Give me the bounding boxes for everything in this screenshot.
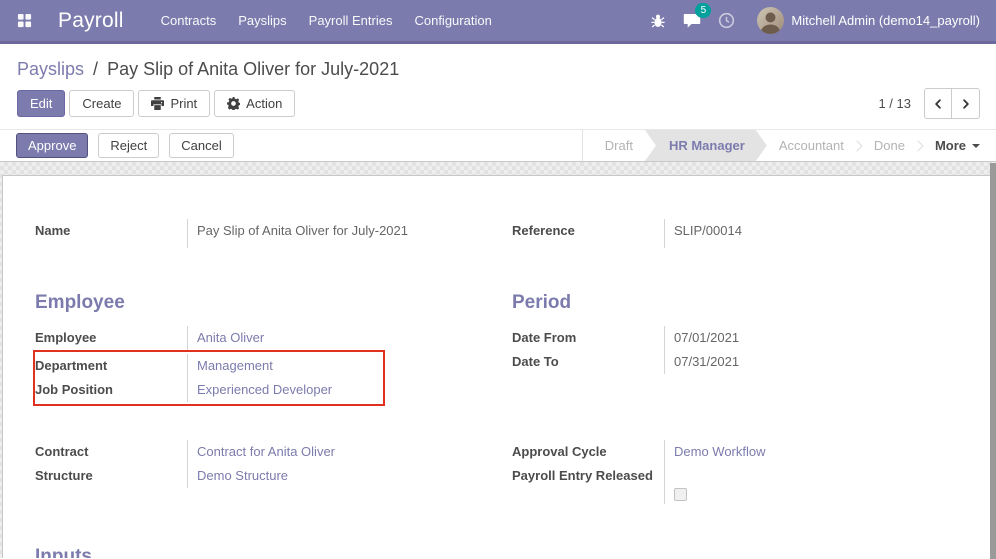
pager-previous-button[interactable] [924, 88, 952, 119]
reference-field-value: SLIP/00014 [664, 219, 963, 248]
status-state-hr-manager[interactable]: HR Manager [645, 130, 767, 161]
payroll-app-window: Payroll Contracts Payslips Payroll Entri… [0, 0, 996, 559]
date-from-field-label: Date From [512, 326, 664, 350]
department-field-row: Department Management [35, 354, 383, 378]
navbar-systray: 5 Mitchell Admin (demo14_payroll) [641, 1, 996, 41]
status-more-label: More [935, 138, 966, 153]
main-menu: Contracts Payslips Payroll Entries Confi… [150, 0, 503, 41]
employee-link[interactable]: Anita Oliver [197, 330, 264, 345]
pager-next-button[interactable] [952, 88, 980, 119]
approval-cycle-link[interactable]: Demo Workflow [674, 444, 766, 459]
menu-item-payslips[interactable]: Payslips [227, 0, 297, 41]
date-to-field-label: Date To [512, 350, 664, 374]
control-panel-buttons: Edit Create Print Action 1 / 13 [0, 82, 996, 129]
gear-icon [227, 97, 240, 110]
print-button[interactable]: Print [138, 90, 210, 117]
inputs-section-heading: Inputs [35, 546, 963, 558]
date-from-field-value: 07/01/2021 [664, 326, 963, 350]
annotation-box: Department Management Job Position Exper… [33, 350, 385, 406]
reference-field-label: Reference [512, 219, 664, 248]
breadcrumb-payslips-link[interactable]: Payslips [17, 59, 84, 79]
debug-bug-icon[interactable] [641, 1, 675, 41]
job-position-field-row: Job Position Experienced Developer [35, 378, 383, 402]
user-avatar[interactable] [757, 7, 784, 34]
apps-grid-icon [17, 13, 32, 28]
structure-field-label: Structure [35, 464, 187, 488]
status-state-accountant[interactable]: Accountant [767, 130, 856, 161]
job-position-field-label: Job Position [35, 378, 187, 402]
payroll-entry-released-checkbox[interactable] [674, 488, 687, 501]
caret-down-icon [972, 144, 980, 148]
approval-cycle-field-label: Approval Cycle [512, 440, 664, 464]
content-background: Name Pay Slip of Anita Oliver for July-2… [0, 162, 996, 558]
department-link[interactable]: Management [197, 358, 273, 373]
vertical-scrollbar-thumb[interactable] [990, 163, 996, 559]
form-sheet: Name Pay Slip of Anita Oliver for July-2… [2, 175, 994, 558]
name-field-value: Pay Slip of Anita Oliver for July-2021 [187, 219, 486, 248]
form-statusbar: Approve Reject Cancel Draft HR Manager A… [0, 129, 996, 162]
date-from-field-row: Date From 07/01/2021 [512, 326, 963, 350]
messages-icon[interactable]: 5 [675, 1, 709, 41]
employee-field-row: Employee Anita Oliver [35, 326, 486, 350]
apps-menu-button[interactable] [0, 13, 40, 28]
approve-button[interactable]: Approve [16, 133, 88, 158]
chevron-left-icon [932, 98, 944, 110]
reject-button[interactable]: Reject [98, 133, 159, 158]
date-to-field-value: 07/31/2021 [664, 350, 963, 374]
breadcrumb-separator: / [89, 59, 102, 79]
contract-link[interactable]: Contract for Anita Oliver [197, 444, 335, 459]
contract-field-row: Contract Contract for Anita Oliver [35, 440, 486, 464]
top-navbar: Payroll Contracts Payslips Payroll Entri… [0, 0, 996, 44]
printer-icon [151, 97, 164, 110]
chevron-right-icon [960, 98, 972, 110]
name-field-row: Name Pay Slip of Anita Oliver for July-2… [35, 219, 486, 248]
user-name[interactable]: Mitchell Admin (demo14_payroll) [791, 13, 984, 28]
job-position-link[interactable]: Experienced Developer [197, 382, 332, 397]
breadcrumb: Payslips / Pay Slip of Anita Oliver for … [0, 44, 996, 82]
page-title: Pay Slip of Anita Oliver for July-2021 [107, 59, 399, 79]
action-button[interactable]: Action [214, 90, 295, 117]
employee-field-label: Employee [35, 326, 187, 350]
menu-item-configuration[interactable]: Configuration [403, 0, 502, 41]
payroll-entry-released-field-label: Payroll Entry Released [512, 464, 664, 504]
pager-counter: 1 / 13 [878, 96, 911, 111]
activities-clock-icon[interactable] [709, 1, 743, 41]
status-more-dropdown[interactable]: More [923, 130, 996, 161]
name-field-label: Name [35, 219, 187, 248]
cancel-button[interactable]: Cancel [169, 133, 233, 158]
action-button-label: Action [246, 96, 282, 111]
print-button-label: Print [170, 96, 197, 111]
structure-field-row: Structure Demo Structure [35, 464, 486, 488]
status-state-done[interactable]: Done [862, 130, 917, 161]
department-field-label: Department [35, 354, 187, 378]
period-section-heading: Period [512, 292, 963, 314]
menu-item-contracts[interactable]: Contracts [150, 0, 228, 41]
create-button[interactable]: Create [69, 90, 134, 117]
reference-field-row: Reference SLIP/00014 [512, 219, 963, 248]
approval-cycle-field-row: Approval Cycle Demo Workflow [512, 440, 963, 464]
structure-link[interactable]: Demo Structure [197, 468, 288, 483]
date-to-field-row: Date To 07/31/2021 [512, 350, 963, 374]
menu-item-payroll-entries[interactable]: Payroll Entries [298, 0, 404, 41]
payroll-entry-released-field-row: Payroll Entry Released [512, 464, 963, 504]
status-state-draft[interactable]: Draft [593, 130, 645, 161]
employee-section-heading: Employee [35, 292, 486, 314]
record-pager: 1 / 13 [878, 88, 980, 119]
status-pipeline: Draft HR Manager Accountant Done More [582, 130, 996, 161]
app-brand-title[interactable]: Payroll [58, 9, 124, 33]
contract-field-label: Contract [35, 440, 187, 464]
edit-button[interactable]: Edit [17, 90, 65, 117]
